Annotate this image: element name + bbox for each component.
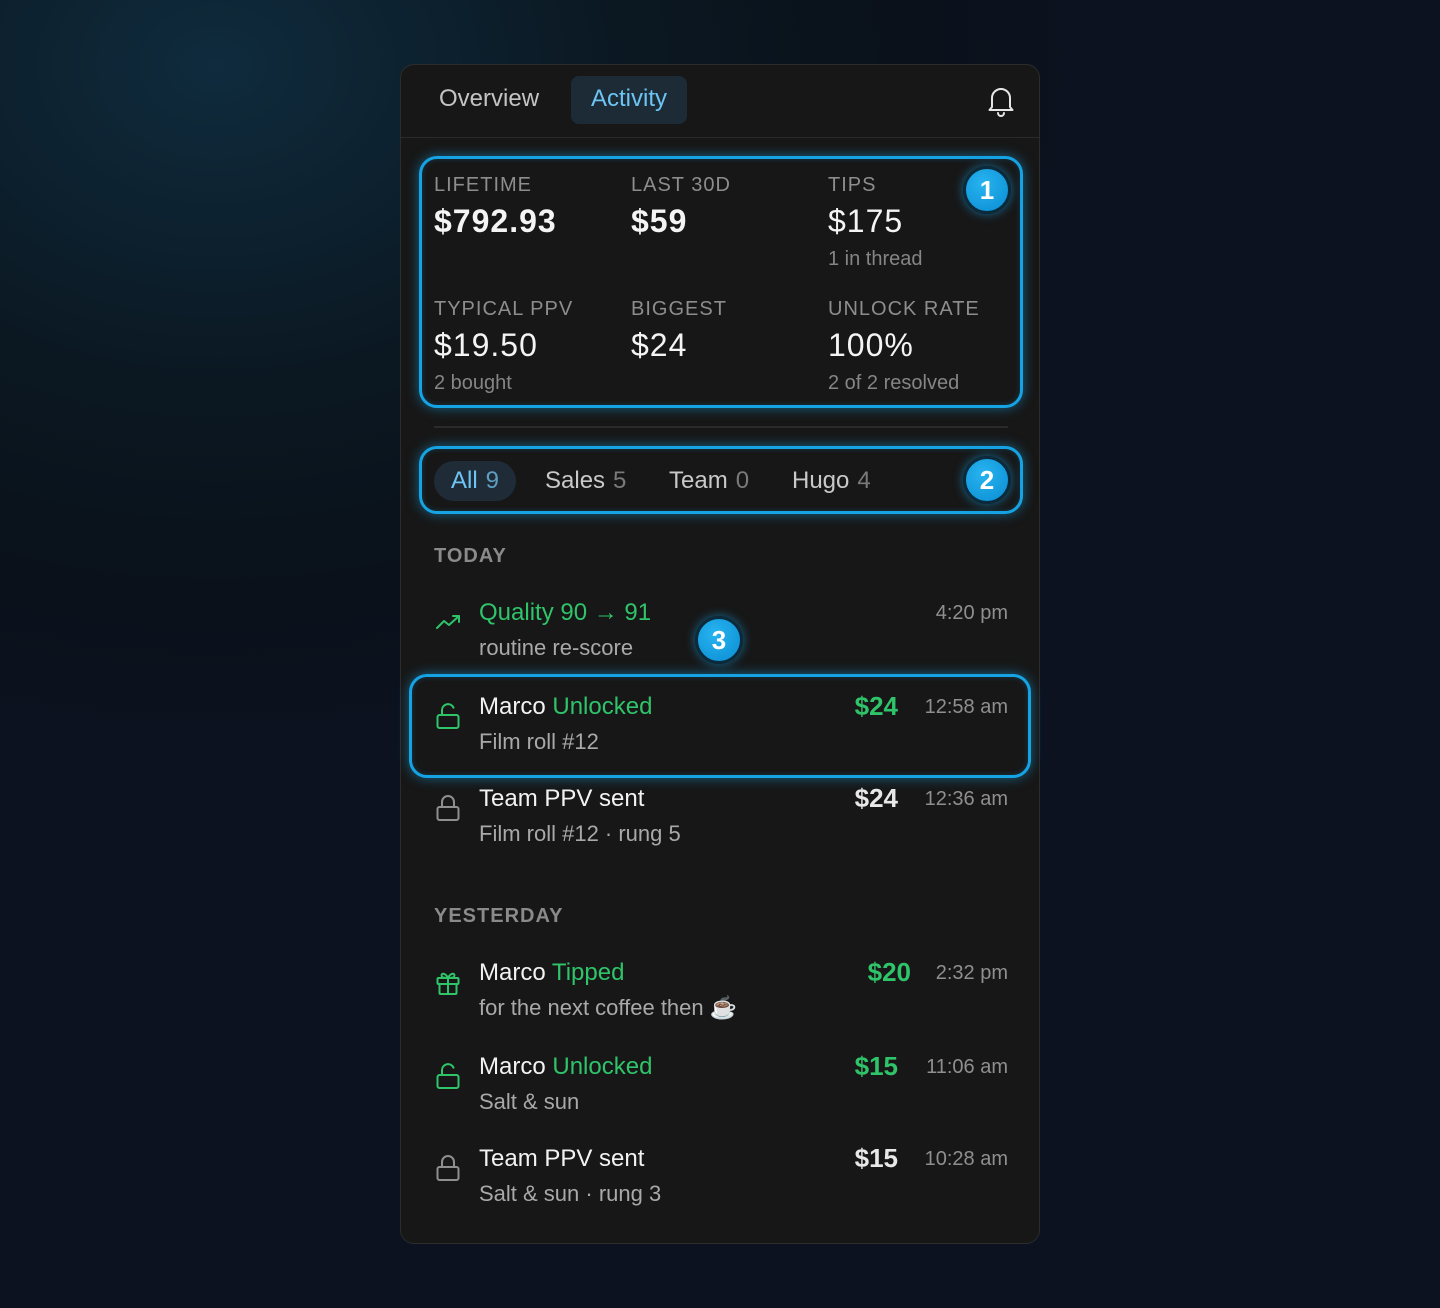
event-subtitle: Film roll #12 · rung 5 [479, 821, 681, 846]
stat-value: $24 [631, 327, 688, 363]
event-time: 11:06 am [926, 1056, 1008, 1078]
filter-count: 0 [735, 467, 750, 494]
event-amount: $20 [867, 957, 911, 987]
event-time: 12:58 am [924, 696, 1008, 718]
filter-hugo[interactable]: Hugo 4 [792, 461, 871, 501]
event-action: Unlocked [552, 1053, 653, 1080]
stat-label: TIPS [828, 174, 877, 196]
filter-label: Team [669, 467, 728, 494]
event-row-marco-unlocked[interactable]: Marco Unlocked Film roll #12 $24 12:58 a… [401, 691, 1039, 773]
event-title: Team PPV sent [479, 785, 644, 813]
event-user: Team PPV sent [479, 785, 645, 812]
stat-value: $792.93 [434, 203, 557, 239]
event-title: Marco Unlocked [479, 1053, 652, 1081]
stat-value: 100% [828, 327, 914, 363]
event-row-marco-tipped[interactable]: Marco Tipped for the next coffee then ☕ … [401, 957, 1039, 1039]
unlock-icon [435, 702, 461, 730]
event-row-team-ppv-2[interactable]: Team PPV sent Salt & sun · rung 3 $15 10… [401, 1143, 1039, 1225]
event-time: 10:28 am [924, 1148, 1008, 1170]
stat-sub: 2 of 2 resolved [828, 372, 960, 394]
event-action: Quality 90 → 91 [479, 599, 652, 626]
filter-label: Sales [545, 467, 606, 494]
event-row-team-ppv[interactable]: Team PPV sent Film roll #12 · rung 5 $24… [401, 783, 1039, 865]
lock-icon [435, 1154, 461, 1182]
event-amount: $15 [854, 1143, 898, 1173]
filter-count: 5 [613, 467, 627, 494]
event-amount: $15 [854, 1051, 898, 1081]
stat-value: $175 [828, 203, 904, 239]
event-title: Marco Tipped [479, 959, 624, 987]
section-today: TODAY [434, 545, 507, 567]
event-subtitle: Salt & sun · rung 3 [479, 1181, 662, 1206]
divider [434, 426, 1008, 428]
tab-overview[interactable]: Overview [419, 76, 559, 124]
filter-label: Hugo [792, 467, 850, 494]
event-time: 12:36 am [924, 788, 1008, 810]
stat-value: $59 [631, 203, 688, 239]
gift-icon [435, 968, 461, 996]
event-amount: $24 [854, 691, 898, 721]
stat-label: TYPICAL PPV [434, 298, 574, 320]
callout-badge-2: 2 [963, 456, 1011, 504]
stat-tips: TIPS $175 1 in thread [828, 174, 923, 271]
callout-badge-1: 1 [963, 166, 1011, 214]
filter-all[interactable]: All 9 [434, 461, 517, 501]
event-title: Team PPV sent [479, 1145, 644, 1173]
stat-lifetime: LIFETIME $792.93 [434, 174, 557, 240]
event-subtitle: Film roll #12 [479, 729, 599, 754]
event-time: 2:32 pm [935, 962, 1008, 984]
event-title: Marco Unlocked [479, 693, 652, 721]
lock-icon [435, 794, 461, 822]
filter-team[interactable]: Team 0 [669, 461, 749, 501]
stat-unlock-rate: UNLOCK RATE 100% 2 of 2 resolved [828, 298, 980, 395]
event-user: Marco [479, 693, 546, 720]
event-title: Quality 90 → 91 [479, 599, 651, 627]
trending-up-icon [435, 608, 461, 636]
event-subtitle: for the next coffee then ☕ [479, 995, 738, 1020]
event-subtitle: routine re-score [479, 635, 634, 660]
unlock-icon [435, 1062, 461, 1090]
filter-sales[interactable]: Sales 5 [545, 461, 626, 501]
event-user: Team PPV sent [479, 1145, 645, 1172]
event-user: Marco [479, 1053, 546, 1080]
stat-last-30d: LAST 30D $59 [631, 174, 731, 240]
filter-count: 4 [857, 467, 871, 494]
stat-sub: 1 in thread [828, 248, 923, 270]
event-amount: $24 [854, 783, 898, 813]
event-user: Marco [479, 959, 546, 986]
bell-icon[interactable] [985, 83, 1017, 117]
stat-label: BIGGEST [631, 298, 727, 320]
tab-activity[interactable]: Activity [571, 76, 688, 124]
event-subtitle: Salt & sun [479, 1089, 580, 1114]
stat-label: UNLOCK RATE [828, 298, 980, 320]
stat-sub: 2 bought [434, 372, 512, 394]
stat-typical-ppv: TYPICAL PPV $19.50 2 bought [434, 298, 573, 395]
event-time: 4:20 pm [935, 602, 1008, 624]
filter-label: All [451, 467, 478, 494]
stat-biggest: BIGGEST $24 [631, 298, 727, 364]
filter-count: 9 [485, 467, 500, 494]
top-bar: Overview Activity [401, 65, 1039, 138]
stat-label: LIFETIME [434, 174, 533, 196]
event-row-marco-unlocked-2[interactable]: Marco Unlocked Salt & sun $15 11:06 am [401, 1051, 1039, 1133]
section-yesterday: YESTERDAY [434, 905, 564, 927]
event-action: Unlocked [552, 693, 653, 720]
stat-value: $19.50 [434, 327, 538, 363]
event-action: Tipped [551, 959, 625, 986]
callout-badge-3: 3 [695, 616, 743, 664]
stat-label: LAST 30D [631, 174, 731, 196]
